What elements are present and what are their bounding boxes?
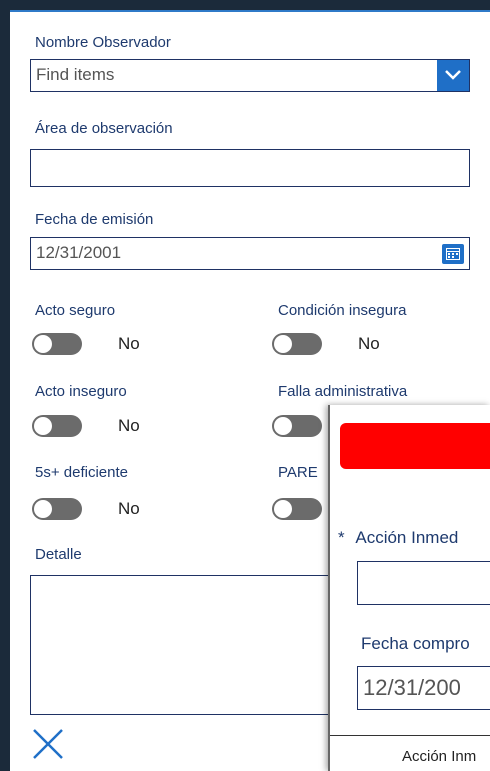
close-icon[interactable]: [30, 726, 66, 762]
condicion-insegura-toggle[interactable]: [272, 333, 322, 355]
accion-required-label: * Acción Inmed: [338, 528, 458, 548]
accion-footer-label: Acción Inm: [402, 748, 477, 765]
date-picker[interactable]: 12/31/2001: [30, 237, 470, 270]
screen: Nombre Observador Find items Área de obs…: [0, 0, 490, 771]
dialog-divider: [330, 735, 490, 736]
observer-dropdown-button[interactable]: [437, 60, 469, 91]
falla-administrativa-toggle[interactable]: [272, 415, 322, 437]
fecha-compromiso-input[interactable]: 12/31/200: [357, 666, 490, 710]
chevron-down-icon: [445, 70, 461, 80]
toggle-knob: [34, 500, 52, 518]
acto-seguro-label: Acto seguro: [35, 302, 116, 319]
condicion-insegura-label: Condición insegura: [278, 302, 407, 319]
toggle-knob: [34, 335, 52, 353]
accion-label: Acción Inmed: [355, 528, 459, 547]
area-label: Área de observación: [35, 120, 173, 137]
toggle-knob: [34, 417, 52, 435]
calendar-icon: [446, 248, 460, 260]
pare-toggle[interactable]: [272, 498, 322, 520]
acto-seguro-toggle[interactable]: [32, 333, 82, 355]
acto-inseguro-value: No: [118, 416, 140, 435]
observer-combobox[interactable]: Find items: [30, 59, 470, 92]
fecha-compromiso-label: Fecha compro: [361, 634, 470, 653]
condicion-insegura-value: No: [358, 334, 380, 353]
5s-deficiente-toggle[interactable]: [32, 498, 82, 520]
toggle-knob: [274, 500, 292, 518]
observer-label: Nombre Observador: [35, 34, 171, 51]
alert-banner: [340, 423, 490, 469]
5s-deficiente-value: No: [118, 499, 140, 518]
acto-inseguro-label: Acto inseguro: [35, 383, 127, 400]
area-input[interactable]: [30, 149, 470, 187]
toggle-knob: [274, 417, 292, 435]
calendar-button[interactable]: [442, 244, 464, 264]
pare-label: PARE: [278, 464, 318, 481]
detail-label: Detalle: [35, 546, 82, 563]
falla-administrativa-label: Falla administrativa: [278, 383, 408, 400]
toggle-knob: [274, 335, 292, 353]
required-mark: *: [338, 528, 345, 547]
5s-deficiente-label: 5s+ deficiente: [35, 464, 128, 481]
acto-seguro-value: No: [118, 334, 140, 353]
acto-inseguro-toggle[interactable]: [32, 415, 82, 437]
date-value: 12/31/2001: [36, 243, 122, 262]
observer-placeholder: Find items: [36, 65, 115, 84]
accion-input[interactable]: [357, 561, 490, 605]
date-label: Fecha de emisión: [35, 211, 154, 228]
action-dialog: * Acción Inmed Fecha compro 12/31/200 Ac…: [328, 405, 490, 771]
fecha-compromiso-value: 12/31/200: [363, 675, 461, 700]
